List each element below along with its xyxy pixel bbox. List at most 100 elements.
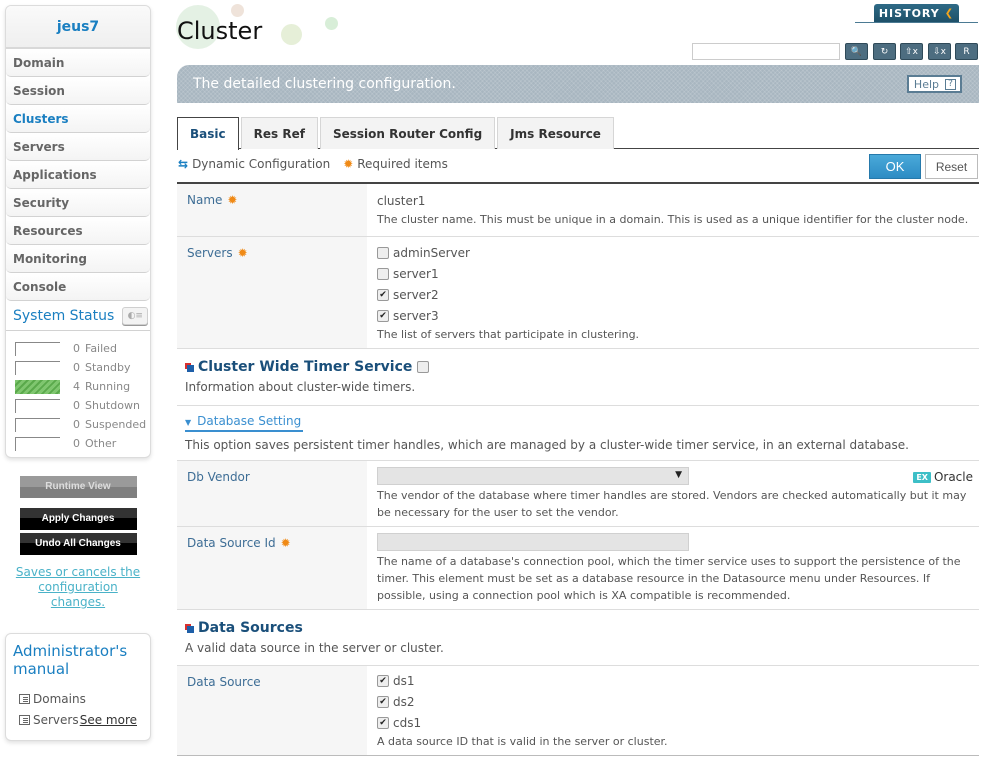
status-toggle-icon[interactable]: ◐≡: [122, 306, 149, 325]
status-row-suspended: 0 Suspended: [15, 415, 150, 434]
status-count: 0: [73, 399, 80, 412]
sidebar: jeus7 Domain Session Clusters Servers Applic…: [5, 5, 151, 741]
config-actions: Runtime View Apply Changes Undo All Chan…: [5, 458, 151, 624]
checkbox-item-server3[interactable]: ✔ server3: [377, 305, 979, 326]
reset-button[interactable]: Reset: [925, 154, 978, 179]
sidebar-item-clusters[interactable]: Clusters: [6, 105, 150, 133]
runtime-view-button[interactable]: Runtime View: [19, 476, 137, 498]
checkbox[interactable]: ✔: [377, 309, 389, 322]
xml-export-icon[interactable]: ⇧x: [900, 43, 923, 60]
required-items-label: Required items: [357, 157, 448, 171]
checkbox-label: server2: [393, 287, 439, 302]
status-label: Shutdown: [85, 399, 140, 412]
checkbox-label: adminServer: [393, 245, 470, 260]
manual-link-label: Domains: [33, 691, 86, 706]
tab-jms-resource[interactable]: Jms Resource: [497, 117, 614, 149]
section-icon: [185, 362, 194, 372]
checkbox-item-cds1[interactable]: ✔ cds1: [377, 712, 979, 733]
sidebar-item-resources[interactable]: Resources: [6, 217, 150, 245]
checkbox[interactable]: ✔: [377, 288, 389, 301]
name-label: Name: [187, 193, 223, 207]
field-label: Db Vendor: [177, 461, 367, 526]
help-button[interactable]: Help ?: [906, 75, 962, 93]
status-bar: [15, 379, 60, 394]
db-vendor-hint: The vendor of the database where timer h…: [377, 489, 967, 519]
checkbox-item-adminserver[interactable]: adminServer: [377, 242, 979, 263]
db-vendor-label: Db Vendor: [187, 470, 250, 484]
decor-circle: [325, 17, 338, 30]
tab-basic[interactable]: Basic: [177, 117, 239, 150]
sidebar-item-monitoring[interactable]: Monitoring: [6, 245, 150, 273]
checkbox-label: server1: [393, 266, 439, 281]
data-sources-title: Data Sources: [185, 620, 979, 636]
tab-res-ref[interactable]: Res Ref: [240, 117, 318, 149]
see-more-link[interactable]: See more: [80, 713, 137, 727]
checkbox[interactable]: ✔: [377, 695, 389, 708]
status-bar: [15, 436, 60, 451]
sidebar-item-applications[interactable]: Applications: [6, 161, 150, 189]
status-label: Running: [85, 380, 131, 393]
data-source-id-input[interactable]: [377, 533, 689, 551]
sidebar-main-panel: jeus7 Domain Session Clusters Servers Applic…: [5, 5, 151, 458]
manual-link-domains[interactable]: Domains: [13, 688, 143, 709]
sidebar-item-security[interactable]: Security: [6, 189, 150, 217]
sidebar-item-session[interactable]: Session: [6, 77, 150, 105]
domain-name[interactable]: jeus7: [57, 19, 99, 35]
status-row-running: 4 Running: [15, 377, 150, 396]
save-note-link[interactable]: Saves or cancels the configuration chang…: [5, 565, 151, 610]
checkbox[interactable]: ✔: [377, 674, 389, 687]
checkbox-item-ds2[interactable]: ✔ ds2: [377, 691, 979, 712]
sidebar-item-domain[interactable]: Domain: [6, 49, 150, 77]
timer-service-desc: Information about cluster-wide timers.: [185, 380, 416, 394]
sidebar-item-console[interactable]: Console: [6, 273, 150, 301]
manual-links: Domains Servers See more: [13, 688, 143, 730]
field-label: Data Source: [177, 666, 367, 755]
checkbox-item-server1[interactable]: server1: [377, 263, 979, 284]
domain-header[interactable]: jeus7: [6, 6, 150, 49]
apply-changes-button[interactable]: Apply Changes: [19, 508, 137, 530]
checkbox[interactable]: [377, 246, 389, 259]
ok-button[interactable]: OK: [869, 154, 921, 179]
book-icon: [19, 714, 30, 725]
undo-all-changes-button[interactable]: Undo All Changes: [19, 533, 137, 555]
field-label: Servers ✹: [177, 237, 367, 348]
db-vendor-example: EX Oracle: [913, 470, 973, 484]
data-source-hint: A data source ID that is valid in the se…: [377, 735, 668, 748]
db-vendor-select[interactable]: ▼: [377, 467, 689, 485]
sidebar-nav: Domain Session Clusters Servers Applications…: [6, 49, 150, 301]
admin-manual-title: Administrator's manual: [13, 642, 128, 678]
required-icon: ✹: [280, 536, 291, 550]
checkbox-item-ds1[interactable]: ✔ ds1: [377, 670, 979, 691]
xml-import-icon[interactable]: ⇩x: [928, 43, 951, 60]
status-bar: [15, 341, 60, 356]
book-icon: [19, 693, 30, 704]
search-icon[interactable]: 🔍: [845, 43, 868, 60]
checkbox-label: ds2: [393, 694, 415, 709]
name-hint: The cluster name. This must be unique in…: [377, 213, 969, 226]
checkbox-item-server2[interactable]: ✔ server2: [377, 284, 979, 305]
database-setting-toggle[interactable]: ▼ Database Setting: [185, 414, 304, 432]
sidebar-item-servers[interactable]: Servers: [6, 133, 150, 161]
data-source-id-label: Data Source Id: [187, 536, 276, 550]
dynamic-config-icon: ⇆: [178, 157, 189, 171]
report-icon[interactable]: R: [955, 43, 978, 60]
status-label: Standby: [85, 361, 131, 374]
field-data-source: Data Source ✔ ds1 ✔ ds2 ✔ cds1 A data source …: [177, 666, 979, 756]
data-source-checkbox-list: ✔ ds1 ✔ ds2 ✔ cds1: [377, 670, 979, 733]
timer-service-checkbox[interactable]: [417, 361, 430, 373]
checkbox[interactable]: [377, 267, 389, 280]
status-row-failed: 0 Failed: [15, 339, 150, 358]
chevron-down-icon: ❮: [944, 8, 955, 19]
checkbox[interactable]: ✔: [377, 716, 389, 729]
checkbox-label: cds1: [393, 715, 422, 730]
search-input[interactable]: [692, 43, 840, 60]
tab-session-router-config[interactable]: Session Router Config: [319, 117, 496, 149]
data-source-id-hint: The name of a database's connection pool…: [377, 555, 961, 602]
refresh-icon[interactable]: ↻: [873, 43, 896, 60]
data-source-label: Data Source: [187, 675, 261, 689]
servers-hint: The list of servers that participate in …: [377, 328, 640, 341]
history-button[interactable]: HISTORY ❮: [874, 4, 959, 23]
status-count: 0: [73, 437, 80, 450]
database-setting-label: Database Setting: [197, 414, 302, 428]
field-db-vendor: Db Vendor ▼ The vendor of the database w…: [177, 461, 979, 527]
